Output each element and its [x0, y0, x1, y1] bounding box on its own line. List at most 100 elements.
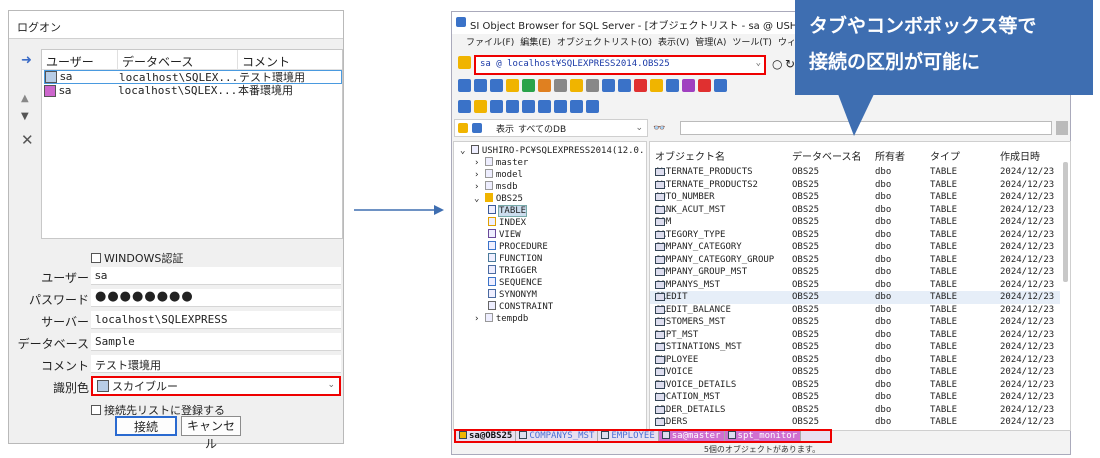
- connection-tab[interactable]: EMPLOYEE: [598, 431, 659, 441]
- table-row[interactable]: INVOICE OBS25 dbo TABLE 2024/12/23: [650, 366, 1060, 379]
- move-up-icon[interactable]: ▲: [21, 93, 29, 104]
- database-field[interactable]: Sample: [91, 333, 341, 351]
- tree-node[interactable]: TRIGGER: [488, 265, 537, 277]
- column-header-user[interactable]: ユーザー: [42, 50, 118, 69]
- table-row[interactable]: ORDER_DETAILS OBS25 dbo TABLE 2024/12/23: [650, 404, 1060, 417]
- toolbar-button-icon[interactable]: [698, 79, 711, 92]
- table-row[interactable]: DEPT_MST OBS25 dbo TABLE 2024/12/23: [650, 329, 1060, 342]
- tree-node[interactable]: CONSTRAINT: [488, 301, 553, 313]
- table-row[interactable]: ALTERNATE_PRODUCTS2 OBS25 dbo TABLE 2024/12/…: [650, 179, 1060, 192]
- toolbar-button-icon[interactable]: [570, 100, 583, 113]
- connection-row[interactable]: sa localhost\SQLEX... テスト環境用: [44, 70, 342, 84]
- menu-item[interactable]: 編集(E): [520, 35, 551, 50]
- chevron-down-icon[interactable]: ⌄: [474, 194, 485, 204]
- column-header[interactable]: 作成日時: [1000, 148, 1040, 164]
- column-header[interactable]: データベース名: [792, 148, 862, 164]
- toolbar-button-icon[interactable]: [554, 79, 567, 92]
- tree-node[interactable]: TABLE: [488, 205, 528, 217]
- tree-node[interactable]: INDEX: [488, 217, 526, 229]
- tree-node[interactable]: ⌄ USHIRO-PC¥SQLEXPRESS2014(12.0.: [460, 145, 644, 157]
- tree-node[interactable]: SYNONYM: [488, 289, 537, 301]
- connection-row[interactable]: sa localhost\SQLEX... 本番環境用: [44, 84, 342, 98]
- connection-tab[interactable]: sa@master: [658, 431, 725, 441]
- db-filter-icon[interactable]: [458, 123, 468, 133]
- table-row[interactable]: AUTO_NUMBER OBS25 dbo TABLE 2024/12/23: [650, 191, 1060, 204]
- menu-item[interactable]: ツール(T): [732, 35, 772, 50]
- toolbar-button-icon[interactable]: [490, 100, 503, 113]
- cancel-button[interactable]: キャンセル: [181, 416, 241, 451]
- refresh-icon[interactable]: ○: [772, 57, 782, 71]
- toolbar-button-icon[interactable]: [666, 79, 679, 92]
- tree-node[interactable]: › msdb: [474, 181, 518, 193]
- move-down-icon[interactable]: ▼: [21, 111, 29, 122]
- connection-combo[interactable]: sa @ localhost¥SQLEXPRESS2014.OBS25 ⌄: [474, 55, 766, 75]
- toolbar-button-icon[interactable]: [522, 79, 535, 92]
- toolbar-button-icon[interactable]: [602, 79, 615, 92]
- connect-icon[interactable]: [458, 56, 471, 69]
- toolbar-button-icon[interactable]: [682, 79, 695, 92]
- scrollbar-thumb[interactable]: [1063, 162, 1068, 282]
- chevron-down-icon[interactable]: ⌄: [460, 146, 471, 156]
- object-list[interactable]: オブジェクト名 データベース名 所有者 タイプ 作成日時 ALTERNATE_PRODU…: [649, 141, 1071, 431]
- toolbar-button-icon[interactable]: [714, 79, 727, 92]
- connection-tab[interactable]: sa@OBS25: [456, 431, 517, 441]
- table-row[interactable]: CATEGORY_TYPE OBS25 dbo TABLE 2024/12/23: [650, 229, 1060, 242]
- connection-tab[interactable]: spt_monitor: [724, 431, 802, 441]
- object-tree[interactable]: ⌄ USHIRO-PC¥SQLEXPRESS2014(12.0. › master…: [453, 141, 647, 431]
- toolbar-button-icon[interactable]: [650, 79, 663, 92]
- filter-value[interactable]: すべてのDB: [518, 122, 566, 135]
- tree-node[interactable]: › master: [474, 157, 528, 169]
- toolbar-button-icon[interactable]: [474, 79, 487, 92]
- tree-node[interactable]: SEQUENCE: [488, 277, 542, 289]
- toolbar-button-icon[interactable]: [506, 79, 519, 92]
- binoculars-icon[interactable]: 👓: [653, 123, 665, 134]
- column-header-comment[interactable]: コメント: [238, 50, 342, 69]
- windows-auth-checkbox[interactable]: WINDOWS認証: [91, 250, 183, 266]
- chevron-right-icon[interactable]: ›: [474, 170, 485, 180]
- menu-item[interactable]: ファイル(F): [466, 35, 514, 50]
- tree-view-icon[interactable]: [472, 123, 482, 133]
- toolbar-button-icon[interactable]: [586, 79, 599, 92]
- toolbar-button-icon[interactable]: [490, 79, 503, 92]
- toolbar-button-icon[interactable]: [522, 100, 535, 113]
- column-header[interactable]: オブジェクト名: [655, 148, 725, 164]
- reload-icon[interactable]: ↻: [785, 57, 795, 71]
- connection-tab[interactable]: COMPANYS_MST: [516, 431, 599, 441]
- tree-node[interactable]: ⌄ OBS25: [474, 193, 523, 205]
- tree-node[interactable]: PROCEDURE: [488, 241, 548, 253]
- menu-item[interactable]: オブジェクトリスト(O): [557, 35, 652, 50]
- table-row[interactable]: BOM OBS25 dbo TABLE 2024/12/23: [650, 216, 1060, 229]
- menu-item[interactable]: 表示(V): [658, 35, 689, 50]
- table-row[interactable]: EMPLOYEE OBS25 dbo TABLE 2024/12/23: [650, 354, 1060, 367]
- connect-button[interactable]: 接続: [115, 416, 177, 436]
- table-row[interactable]: LOCATION_MST OBS25 dbo TABLE 2024/12/23: [650, 391, 1060, 404]
- server-field[interactable]: localhost\SQLEXPRESS: [91, 311, 341, 329]
- column-header-database[interactable]: データベース: [118, 50, 238, 69]
- menu-item[interactable]: 管理(A): [695, 35, 726, 50]
- toolbar-button-icon[interactable]: [458, 79, 471, 92]
- color-select[interactable]: スカイブルー ⌄: [91, 376, 341, 396]
- toolbar-button-icon[interactable]: [586, 100, 599, 113]
- table-row[interactable]: COMPANY_GROUP_MST OBS25 dbo TABLE 2024/12/23: [650, 266, 1060, 279]
- table-row[interactable]: ALTERNATE_PRODUCTS OBS25 dbo TABLE 2024/12/2…: [650, 166, 1060, 179]
- table-row[interactable]: DESTINATIONS_MST OBS25 dbo TABLE 2024/12/23: [650, 341, 1060, 354]
- table-row[interactable]: COMPANY_CATEGORY_GROUP OBS25 dbo TABLE 2024/…: [650, 254, 1060, 267]
- toolbar-button-icon[interactable]: [538, 100, 551, 113]
- toolbar-button-icon[interactable]: [634, 79, 647, 92]
- chevron-right-icon[interactable]: ›: [474, 182, 485, 192]
- column-header[interactable]: タイプ: [930, 148, 960, 164]
- user-field[interactable]: sa: [91, 267, 341, 285]
- comment-field[interactable]: テスト環境用: [91, 355, 341, 373]
- table-row[interactable]: CREDIT OBS25 dbo TABLE 2024/12/23: [650, 291, 1060, 304]
- delete-connection-icon[interactable]: ✕: [21, 131, 34, 149]
- password-field[interactable]: ●●●●●●●●: [91, 289, 341, 307]
- tree-node[interactable]: FUNCTION: [488, 253, 542, 265]
- table-row[interactable]: INVOICE_DETAILS OBS25 dbo TABLE 2024/12/23: [650, 379, 1060, 392]
- tree-node[interactable]: › model: [474, 169, 523, 181]
- add-connection-icon[interactable]: ➜: [21, 53, 32, 68]
- chevron-right-icon[interactable]: ›: [474, 314, 485, 324]
- table-row[interactable]: CUSTOMERS_MST OBS25 dbo TABLE 2024/12/23: [650, 316, 1060, 329]
- toolbar-button-icon[interactable]: [506, 100, 519, 113]
- table-row[interactable]: COMPANY_CATEGORY OBS25 dbo TABLE 2024/12/23: [650, 241, 1060, 254]
- toolbar-button-icon[interactable]: [570, 79, 583, 92]
